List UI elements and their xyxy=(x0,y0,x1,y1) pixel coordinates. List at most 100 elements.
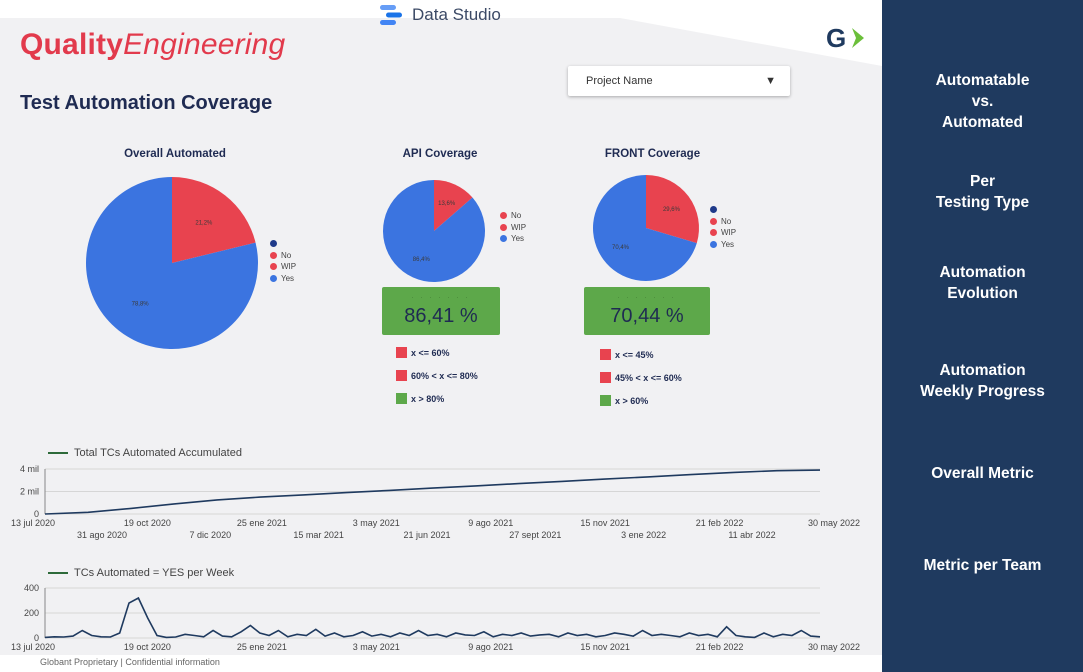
pie-data-label: 13,6% xyxy=(438,201,456,207)
x-tick-label: 7 dic 2020 xyxy=(190,530,232,540)
legend-yes: Yes xyxy=(511,234,525,244)
threshold-mid: 60% < x <= 80% xyxy=(411,370,478,381)
legend-wip: WIP xyxy=(721,228,737,238)
overall-legend: No WIP Yes xyxy=(270,238,296,284)
legend-yes: Yes xyxy=(281,273,295,283)
x-tick-label: 11 abr 2022 xyxy=(728,530,775,540)
legend-yes: Yes xyxy=(721,239,735,249)
threshold-square-icon xyxy=(600,372,611,383)
legend-dot-icon xyxy=(500,212,507,220)
threshold-square-icon xyxy=(396,347,407,358)
legend-dot-icon xyxy=(710,206,717,214)
api-metric-value: 86,41 % xyxy=(404,305,478,327)
threshold-low: x <= 60% xyxy=(411,347,450,358)
x-tick-label: 3 may 2021 xyxy=(353,642,400,652)
x-tick-label: 15 mar 2021 xyxy=(293,530,344,540)
legend-dot-icon xyxy=(270,263,277,271)
slide: Data Studio QualityEngineering G Test Au… xyxy=(0,0,882,672)
x-tick-label: 21 feb 2022 xyxy=(696,518,744,528)
series-line xyxy=(44,469,821,515)
api-threshold-legend: x <= 60% 60% < x <= 80% x > 80% xyxy=(396,341,478,410)
line-charts: 4 mil2 mil013 jul 2020 19 oct 2020 25 ene … xyxy=(11,464,860,652)
pie-data-label: 86,4% xyxy=(413,257,431,263)
front-legend: No WIP Yes xyxy=(710,204,736,250)
x-tick-label: 31 ago 2020 xyxy=(77,530,127,540)
legend-dot-icon xyxy=(710,217,717,225)
sidebar-item-label: Per Testing Type xyxy=(935,173,1030,211)
x-tick-label: 21 jun 2021 xyxy=(403,530,450,540)
legend-wip: WIP xyxy=(511,222,527,232)
y-tick-label: 400 xyxy=(24,583,39,593)
pie-data-label: 70,4% xyxy=(612,245,630,251)
pie-overall: 21,2% 78,8% xyxy=(86,177,258,349)
pie-api: 13,6% 86,4% xyxy=(383,180,486,282)
y-tick-label: 2 mil xyxy=(20,487,39,497)
threshold-low: x <= 45% xyxy=(615,349,654,360)
pie-data-label: 78,8% xyxy=(132,302,150,308)
api-metric-scorecard: · · · · · · · 86,41 % xyxy=(382,287,500,335)
y-tick-label: 200 xyxy=(24,608,39,618)
legend-line-icon xyxy=(48,452,68,454)
x-tick-label: 15 nov 2021 xyxy=(580,518,630,528)
threshold-high: x > 60% xyxy=(615,395,649,406)
front-metric-value: 70,44 % xyxy=(610,305,684,327)
legend-dot-icon xyxy=(270,251,277,259)
sidebar-item-automatable[interactable]: Automatable vs. Automated xyxy=(882,70,1083,133)
sidebar-item-label: Automation Evolution xyxy=(939,264,1026,302)
api-legend: No WIP Yes xyxy=(500,210,526,245)
front-threshold-legend: x <= 45% 45% < x <= 60% x > 60% xyxy=(600,343,682,412)
y-tick-label: 4 mil xyxy=(20,464,39,474)
sidebar: Automatable vs. Automated Per Testing Type … xyxy=(882,0,1083,672)
sidebar-item-label: Metric per Team xyxy=(923,557,1042,574)
sidebar-item-label: Automatable vs. Automated xyxy=(935,72,1030,131)
threshold-square-icon xyxy=(600,395,611,406)
legend-dot-icon xyxy=(500,223,507,231)
x-tick-label: 21 feb 2022 xyxy=(696,642,744,652)
legend-dot-icon xyxy=(710,229,717,237)
legend-no: No xyxy=(721,216,732,226)
x-tick-label: 25 ene 2021 xyxy=(237,518,287,528)
pie-data-label: 21,2% xyxy=(195,220,213,226)
sidebar-item-label: Overall Metric xyxy=(931,465,1034,482)
legend-dot-icon xyxy=(710,240,717,248)
threshold-square-icon xyxy=(396,393,407,404)
x-tick-label: 25 ene 2021 xyxy=(237,642,287,652)
x-tick-label: 3 ene 2022 xyxy=(621,530,666,540)
x-tick-label: 19 oct 2020 xyxy=(124,642,171,652)
sidebar-item-metric-per-team[interactable]: Metric per Team xyxy=(882,555,1083,576)
scorecard-caption: · · · · · · · xyxy=(411,295,471,301)
sidebar-item-per-testing-type[interactable]: Per Testing Type xyxy=(882,171,1083,213)
legend-dot-icon xyxy=(270,240,277,248)
x-tick-label: 9 ago 2021 xyxy=(468,518,513,528)
threshold-high: x > 80% xyxy=(411,393,445,404)
sidebar-item-evolution[interactable]: Automation Evolution xyxy=(882,262,1083,304)
sidebar-item-overall-metric[interactable]: Overall Metric xyxy=(882,463,1083,484)
legend-wip: WIP xyxy=(281,262,297,272)
x-tick-label: 30 may 2022 xyxy=(808,518,860,528)
legend-dot-icon xyxy=(500,235,507,243)
pie-data-label: 29,6% xyxy=(663,207,681,213)
x-tick-label: 15 nov 2021 xyxy=(580,642,630,652)
threshold-square-icon xyxy=(600,349,611,360)
x-tick-label: 13 jul 2020 xyxy=(11,518,55,528)
line-chart: 4 mil2 mil013 jul 2020 19 oct 2020 25 ene … xyxy=(11,464,860,540)
scorecard-caption: · · · · · · · xyxy=(617,295,677,301)
legend-no: No xyxy=(281,250,292,260)
pie-front: 29,6% 70,4% xyxy=(593,175,699,281)
threshold-square-icon xyxy=(396,370,407,381)
x-tick-label: 27 sept 2021 xyxy=(509,530,561,540)
x-tick-label: 13 jul 2020 xyxy=(11,642,55,652)
sidebar-item-weekly-progress[interactable]: Automation Weekly Progress xyxy=(882,360,1083,402)
footer-text: Globant Proprietary | Confidential infor… xyxy=(40,657,220,667)
x-tick-label: 19 oct 2020 xyxy=(124,518,171,528)
x-tick-label: 9 ago 2021 xyxy=(468,642,513,652)
x-tick-label: 3 may 2021 xyxy=(353,518,400,528)
legend-dot-icon xyxy=(270,274,277,282)
threshold-mid: 45% < x <= 60% xyxy=(615,372,682,383)
line-chart: 400200013 jul 2020 19 oct 2020 25 ene 2021… xyxy=(11,583,860,652)
front-metric-scorecard: · · · · · · · 70,44 % xyxy=(584,287,710,335)
series-line xyxy=(44,596,821,639)
x-tick-label: 30 may 2022 xyxy=(808,642,860,652)
sidebar-item-label: Automation Weekly Progress xyxy=(920,362,1045,400)
legend-no: No xyxy=(511,211,522,221)
